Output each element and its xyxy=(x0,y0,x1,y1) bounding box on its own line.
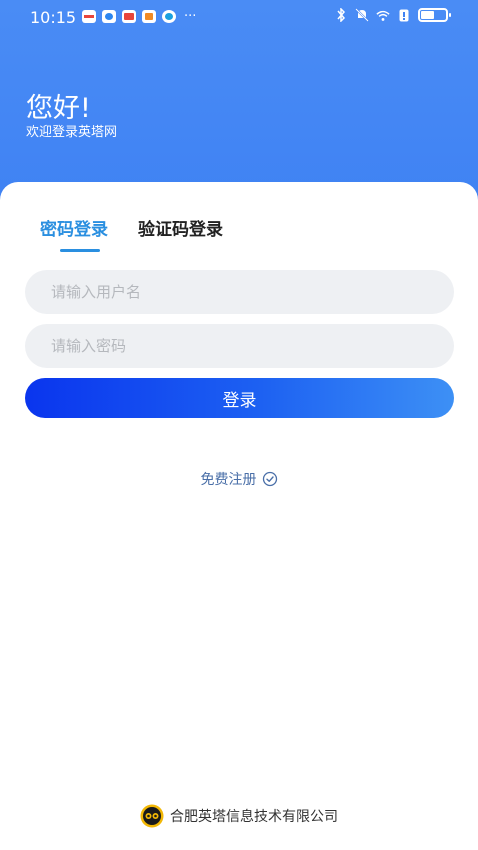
browser-globe-icon xyxy=(162,10,176,23)
username-input[interactable] xyxy=(25,270,454,314)
notification-icons: ··· xyxy=(82,10,196,23)
check-circle-icon xyxy=(262,471,278,487)
register-link[interactable]: 免费注册 xyxy=(0,469,478,489)
sim-icon xyxy=(397,8,411,22)
company-name: 合肥英塔信息技术有限公司 xyxy=(170,809,338,825)
company-footer: 合肥英塔信息技术有限公司 xyxy=(0,804,478,828)
bluetooth-icon xyxy=(334,8,348,22)
mail-app-icon xyxy=(122,10,136,23)
mute-icon xyxy=(355,8,369,22)
battery-icon xyxy=(418,8,451,22)
register-label: 免费注册 xyxy=(200,472,257,488)
login-tabs: 密码登录 验证码登录 xyxy=(40,215,223,252)
password-input[interactable] xyxy=(25,324,454,368)
status-time: 10:15 xyxy=(30,8,77,27)
tab-code-login[interactable]: 验证码登录 xyxy=(138,215,223,252)
more-notifications-icon: ··· xyxy=(184,8,197,24)
status-bar: 10:15 ··· xyxy=(0,0,478,34)
company-logo-icon xyxy=(140,804,164,828)
login-card: 密码登录 验证码登录 登录 免费注册 合肥英塔信息技术有限公司 xyxy=(0,182,478,850)
greeting-title: 您好! xyxy=(26,93,91,124)
tab-password-login-label: 密码登录 xyxy=(40,220,108,240)
header-banner: 10:15 ··· 您好! 欢迎登录英塔网 xyxy=(0,0,478,210)
login-button-label: 登录 xyxy=(222,390,257,411)
red-app-icon xyxy=(82,10,96,23)
wifi-icon xyxy=(376,8,390,22)
tab-password-login[interactable]: 密码登录 xyxy=(40,215,108,252)
login-button[interactable]: 登录 xyxy=(25,378,454,418)
status-right-icons xyxy=(334,8,451,22)
welcome-subtitle: 欢迎登录英塔网 xyxy=(26,125,118,140)
active-tab-indicator xyxy=(60,249,100,252)
blue-chat-icon xyxy=(102,10,116,23)
calendar-app-icon xyxy=(142,10,156,23)
tab-code-login-label: 验证码登录 xyxy=(138,220,223,240)
